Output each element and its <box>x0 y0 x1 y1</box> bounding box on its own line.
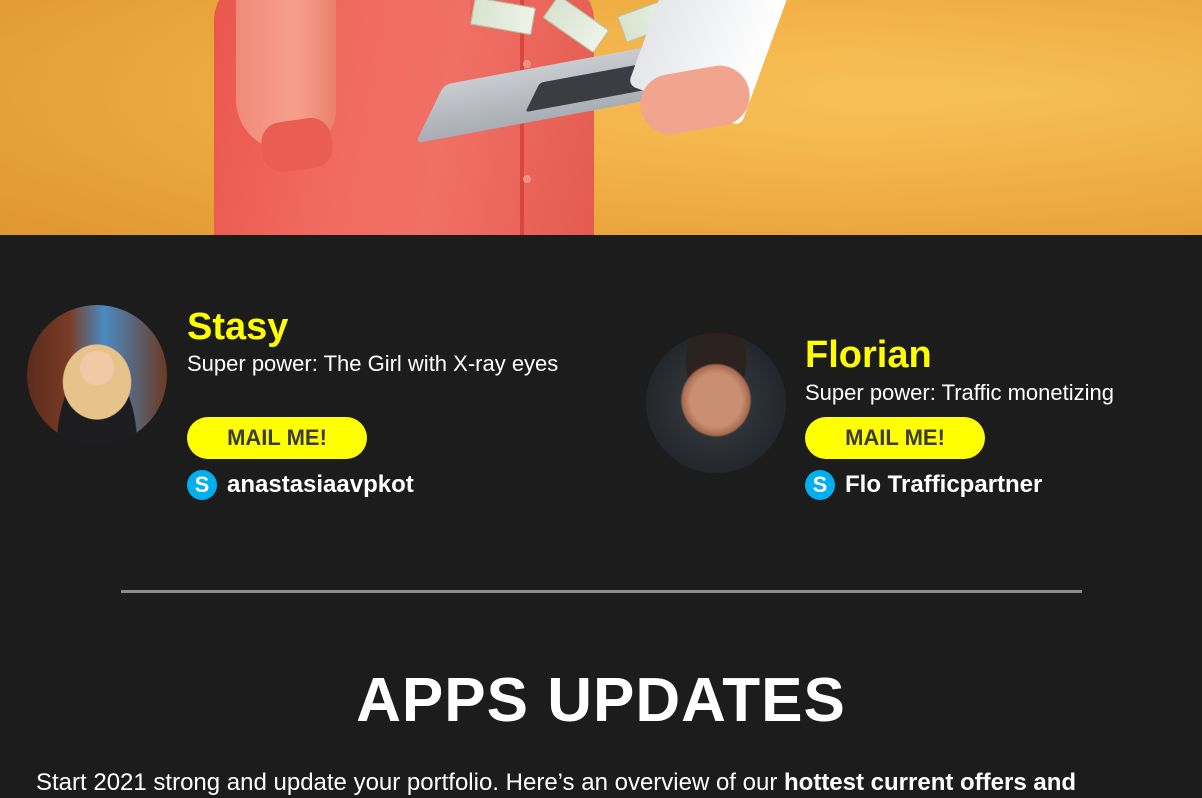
intro-text: Start 2021 strong and update your portfo… <box>36 769 784 796</box>
skype-handle: anastasiaavpkot <box>227 471 414 498</box>
skype-contact[interactable]: S anastasiaavpkot <box>187 470 414 500</box>
mail-me-button[interactable]: MAIL ME! <box>805 417 985 459</box>
hero-shirt-button <box>523 175 531 183</box>
avatar-florian <box>646 333 786 473</box>
mail-me-button[interactable]: MAIL ME! <box>187 417 367 459</box>
contact-super-power: Super power: Traffic monetizing <box>805 380 1114 405</box>
skype-contact[interactable]: S Flo Trafficpartner <box>805 470 1042 500</box>
section-intro: Start 2021 strong and update your portfo… <box>36 768 1176 798</box>
skype-handle: Flo Trafficpartner <box>845 471 1043 498</box>
skype-icon: S <box>805 470 835 500</box>
intro-bold-text: hottest current offers and <box>784 769 1077 796</box>
contact-name: Florian <box>805 334 932 376</box>
hero-banner-image <box>0 0 1202 235</box>
contact-name: Stasy <box>187 306 289 348</box>
avatar-stasy <box>27 305 167 445</box>
section-divider <box>121 590 1082 593</box>
skype-icon: S <box>187 470 217 500</box>
contact-super-power: Super power: The Girl with X-ray eyes <box>187 351 559 376</box>
hero-shirt-button <box>523 60 531 68</box>
section-title: APPS UPDATES <box>356 666 846 735</box>
